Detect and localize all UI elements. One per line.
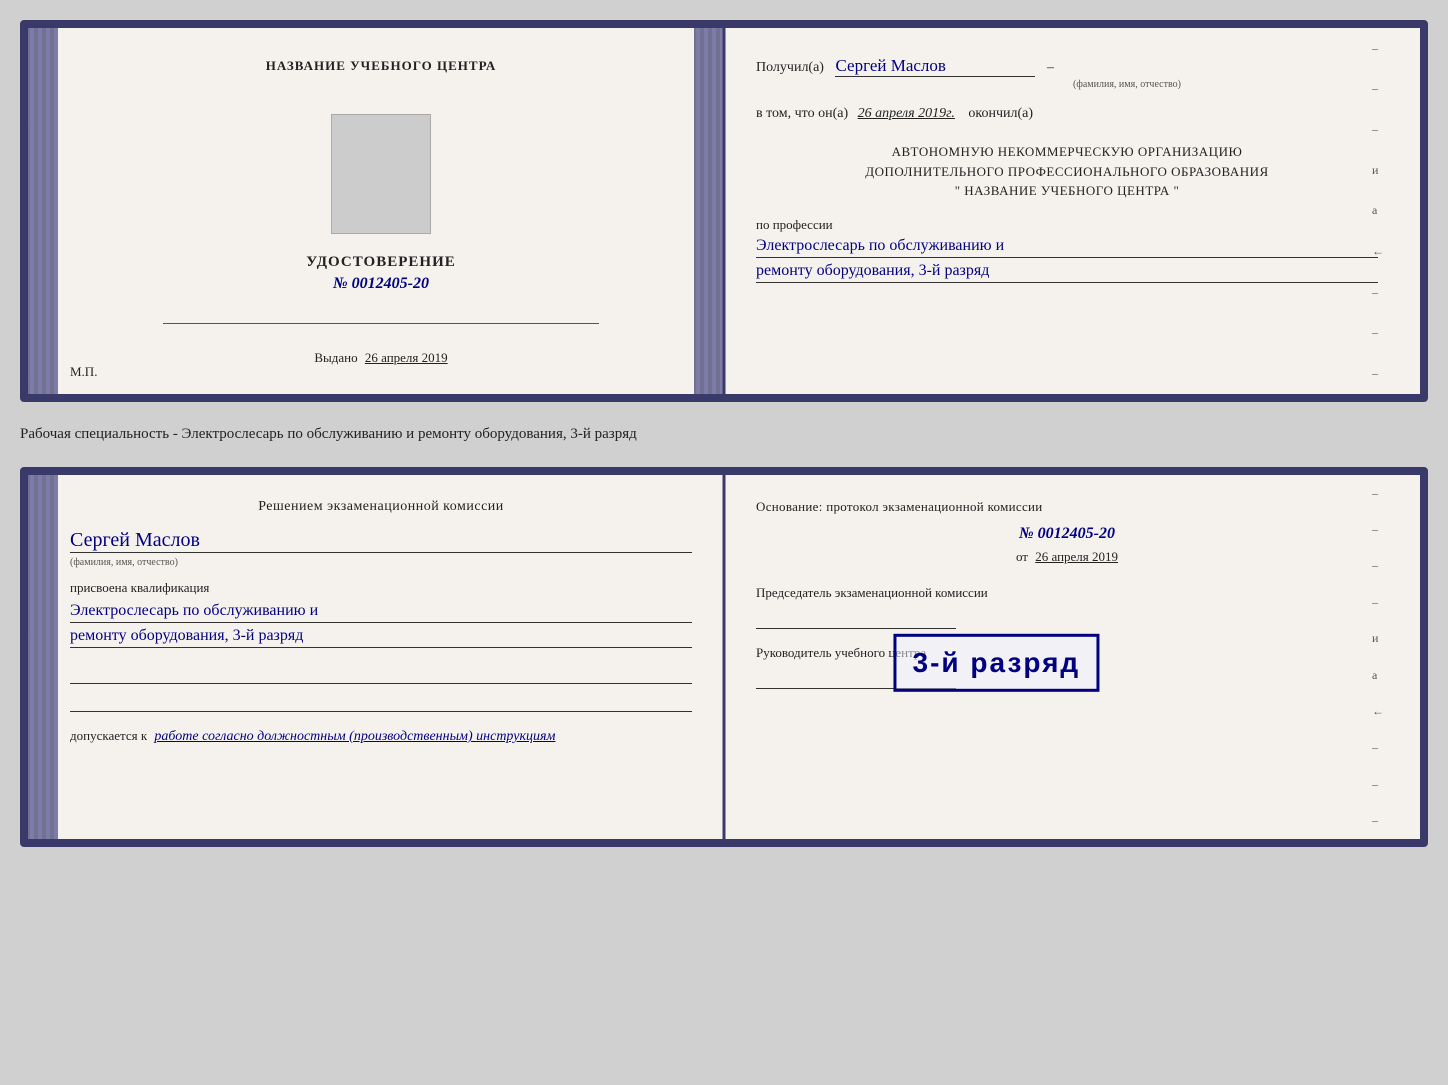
- fio-hint-bottom: (фамилия, имя, отчество): [70, 557, 692, 568]
- side-dashes-top: –––иа←–––: [1372, 28, 1384, 394]
- vydano-date: 26 апреля 2019: [365, 350, 448, 365]
- autonomous-block: АВТОНОМНУЮ НЕКОММЕРЧЕСКУЮ ОРГАНИЗАЦИЮ ДО…: [756, 142, 1378, 201]
- top-left-panel: НАЗВАНИЕ УЧЕБНОГО ЦЕНТРА УДОСТОВЕРЕНИЕ №…: [28, 28, 724, 394]
- stamp-text: 3-й разряд: [913, 647, 1081, 678]
- udostoverenie-num: № 0012405-20: [333, 275, 429, 293]
- between-label: Рабочая специальность - Электрослесарь п…: [20, 420, 1428, 449]
- vtom-line: в том, что он(а) 26 апреля 2019г. окончи…: [756, 106, 1378, 122]
- signature-lines-bottom: [70, 664, 692, 712]
- po-professii-label: по профессии: [756, 217, 1378, 233]
- vtom-prefix: в том, что он(а): [756, 106, 848, 121]
- dopuskaetsya-prefix: допускается к: [70, 728, 147, 743]
- fio-handwritten-top: Сергей Маслов: [835, 56, 1035, 77]
- okochil-label: окончил(а): [968, 106, 1033, 121]
- ot-line: от 26 апреля 2019: [756, 549, 1378, 565]
- udostoverenie-label: УДОСТОВЕРЕНИЕ: [306, 254, 456, 271]
- prisvoena-label: присвоена квалификация: [70, 580, 692, 596]
- texture-strip-right-top: [694, 28, 724, 394]
- protocol-num: № 0012405-20: [756, 525, 1378, 543]
- vydano-line: Выдано 26 апреля 2019: [314, 350, 447, 366]
- texture-strip-left-bottom: [28, 475, 58, 839]
- qualification-line1: Электрослесарь по обслуживанию и: [70, 602, 692, 623]
- predsedatel-label: Председатель экзаменационной комиссии: [756, 585, 1378, 601]
- sig-line-2: [70, 692, 692, 712]
- dopuskaetsya-section: допускается к работе согласно должностны…: [70, 728, 692, 745]
- predsedatel-text: Председатель экзаменационной комиссии: [756, 585, 988, 600]
- ot-date: 26 апреля 2019: [1035, 549, 1118, 564]
- resheniem-title: Решением экзаменационной комиссии: [70, 499, 692, 515]
- poluchil-label: Получил(а): [756, 60, 824, 75]
- fio-handwritten-bottom: Сергей Маслов: [70, 529, 692, 553]
- vydano-label: Выдано: [314, 350, 357, 365]
- vtom-date: 26 апреля 2019г.: [858, 106, 955, 121]
- bottom-left-panel: Решением экзаменационной комиссии Сергей…: [28, 475, 724, 839]
- autonomous-line3: " НАЗВАНИЕ УЧЕБНОГО ЦЕНТРА ": [756, 181, 1378, 201]
- mp-label: М.П.: [70, 364, 97, 380]
- autonomous-line1: АВТОНОМНУЮ НЕКОММЕРЧЕСКУЮ ОРГАНИЗАЦИЮ: [756, 142, 1378, 162]
- sig-line-1: [70, 664, 692, 684]
- photo-placeholder: [331, 114, 431, 234]
- qualification-line2: ремонту оборудования, 3-й разряд: [70, 627, 692, 648]
- top-right-panel: Получил(а) Сергей Маслов – (фамилия, имя…: [724, 28, 1420, 394]
- profession-line2: ремонту оборудования, 3-й разряд: [756, 262, 1378, 283]
- dash-top: –: [1047, 60, 1054, 75]
- top-document-card: НАЗВАНИЕ УЧЕБНОГО ЦЕНТРА УДОСТОВЕРЕНИЕ №…: [20, 20, 1428, 402]
- fio-hint-top: (фамилия, имя, отчество): [876, 79, 1378, 90]
- autonomous-line2: ДОПОЛНИТЕЛЬНОГО ПРОФЕССИОНАЛЬНОГО ОБРАЗО…: [756, 162, 1378, 182]
- between-label-text: Рабочая специальность - Электрослесарь п…: [20, 426, 637, 442]
- top-left-title: НАЗВАНИЕ УЧЕБНОГО ЦЕНТРА: [266, 58, 497, 74]
- side-dashes-bottom: ––––иа←–––: [1372, 475, 1384, 839]
- predsedatel-sig-line: [756, 605, 956, 629]
- texture-strip-left: [28, 28, 58, 394]
- received-line: Получил(а) Сергей Маслов – (фамилия, имя…: [756, 56, 1378, 90]
- bottom-document-card: Решением экзаменационной комиссии Сергей…: [20, 467, 1428, 847]
- osnovanie-label: Основание: протокол экзаменационной коми…: [756, 499, 1378, 515]
- page-wrapper: НАЗВАНИЕ УЧЕБНОГО ЦЕНТРА УДОСТОВЕРЕНИЕ №…: [20, 20, 1428, 847]
- bottom-right-panel: Основание: протокол экзаменационной коми…: [724, 475, 1420, 839]
- stamp: 3-й разряд: [894, 634, 1100, 692]
- profession-line1: Электрослесарь по обслуживанию и: [756, 237, 1378, 258]
- ot-prefix: от: [1016, 549, 1028, 564]
- dopuskaetsya-value: работе согласно должностным (производств…: [154, 729, 555, 744]
